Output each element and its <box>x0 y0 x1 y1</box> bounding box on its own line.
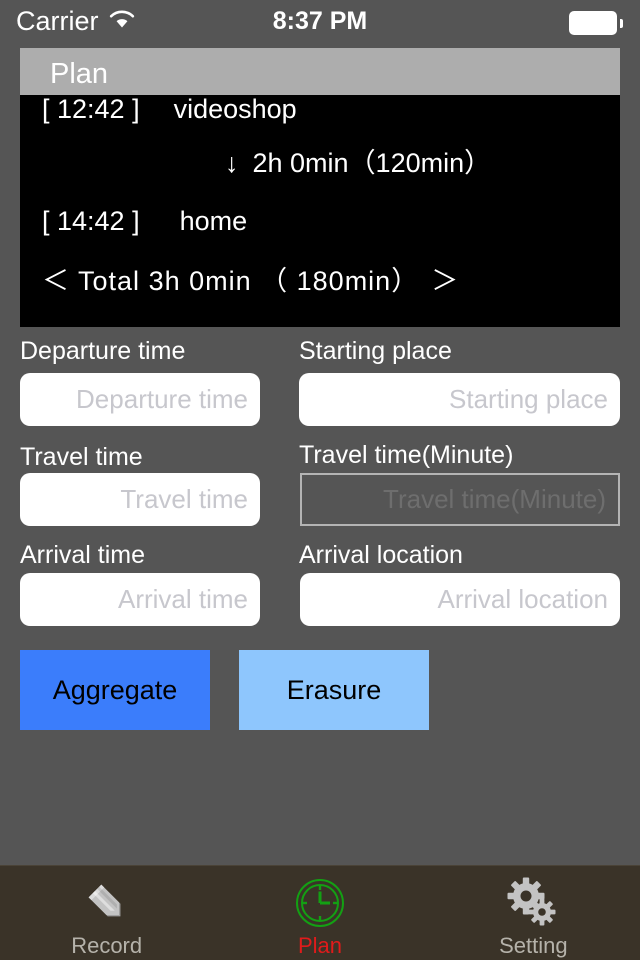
pencil-icon <box>77 874 137 932</box>
travel-time-label: Travel time <box>20 443 143 471</box>
clock-icon <box>290 874 350 932</box>
arrival-time-label: Arrival time <box>20 541 146 569</box>
schedule-panel: [ 12:42 ] videoshop ↓ 2h 0min（120min） [ 14… <box>20 95 620 327</box>
schedule-duration: 2h 0min <box>252 148 349 178</box>
tab-record[interactable]: Record <box>0 866 213 960</box>
down-arrow-icon: ↓ <box>225 148 239 178</box>
arrival-location-label: Arrival location <box>299 541 463 569</box>
schedule-row-duration: ↓ 2h 0min（120min） <box>225 147 491 179</box>
prev-chevron-icon[interactable]: ＜ <box>42 266 70 296</box>
tab-plan-label: Plan <box>297 933 343 958</box>
departure-time-label: Departure time <box>20 337 186 365</box>
nav-bar: Plan <box>20 48 620 98</box>
travel-time-minute-label: Travel time(Minute) <box>299 441 514 469</box>
schedule-total-row: ＜ Total 3h 0min （ 180min） ＞ <box>42 265 459 297</box>
schedule-departure-place: videoshop <box>173 95 297 124</box>
erasure-button[interactable]: Erasure <box>239 650 429 730</box>
schedule-duration-minutes: （120min） <box>348 148 492 178</box>
tab-plan[interactable]: Plan <box>213 866 426 960</box>
travel-time-input[interactable] <box>20 473 260 526</box>
departure-time-input[interactable] <box>20 373 260 426</box>
arrival-time-input[interactable] <box>20 573 260 626</box>
tab-bar: Record Plan Setting <box>0 865 640 960</box>
tab-setting-label: Setting <box>499 933 568 958</box>
schedule-total-duration: 3h 0min <box>148 266 252 296</box>
tab-record-label: Record <box>71 933 143 958</box>
arrival-location-input[interactable] <box>300 573 620 626</box>
aggregate-button[interactable]: Aggregate <box>20 650 210 730</box>
schedule-row-departure: [ 12:42 ] videoshop <box>42 95 297 125</box>
travel-time-minute-input <box>300 473 620 526</box>
gears-icon <box>503 874 563 932</box>
next-chevron-icon[interactable]: ＞ <box>431 266 459 296</box>
schedule-departure-time: [ 12:42 ] <box>42 95 140 124</box>
tab-setting[interactable]: Setting <box>427 866 640 960</box>
schedule-row-arrival: [ 14:42 ] home <box>42 205 247 237</box>
schedule-total-minutes: （ 180min） <box>260 266 420 296</box>
schedule-arrival-place: home <box>179 206 248 236</box>
schedule-arrival-time: [ 14:42 ] <box>42 206 140 236</box>
schedule-total-label: Total <box>78 266 141 296</box>
status-bar: Carrier 8:37 PM <box>0 0 640 44</box>
starting-place-input[interactable] <box>299 373 620 426</box>
status-bar-time: 8:37 PM <box>272 7 368 35</box>
battery-icon <box>569 11 623 35</box>
starting-place-label: Starting place <box>299 337 452 365</box>
page-title: Plan <box>50 58 109 90</box>
